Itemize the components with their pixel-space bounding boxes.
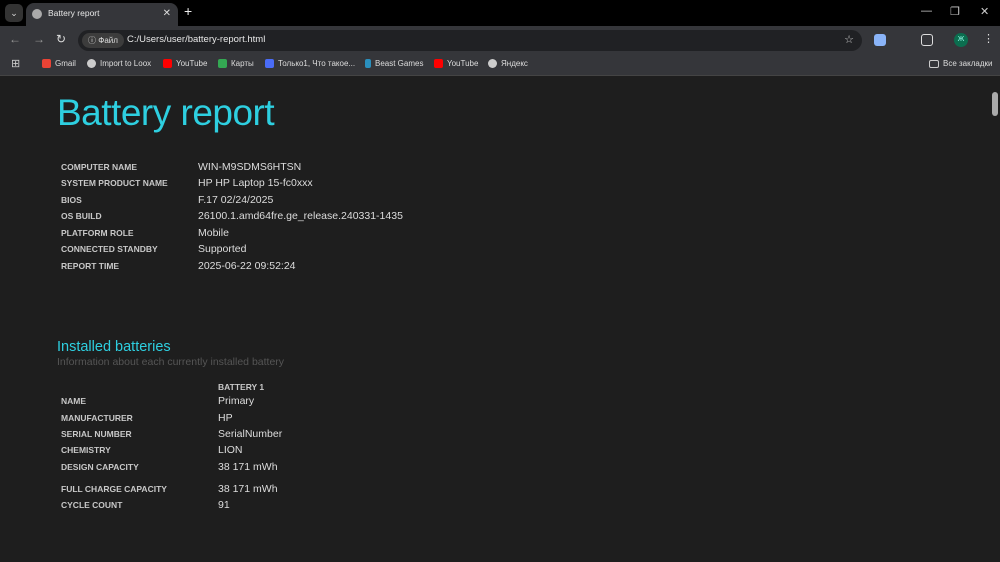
bookmark-tolko1[interactable]: Только1, Что такое... bbox=[265, 59, 355, 68]
row-value: 38 171 mWh bbox=[218, 483, 278, 495]
apps-grid-icon[interactable]: ⊞ bbox=[11, 57, 20, 70]
row-label: CHEMISTRY bbox=[61, 445, 111, 455]
reload-button[interactable]: ↻ bbox=[56, 32, 66, 46]
scrollbar[interactable] bbox=[990, 77, 1000, 562]
close-window-button[interactable]: ✕ bbox=[980, 5, 989, 18]
row-value: 91 bbox=[218, 499, 230, 511]
row-value: WIN-M9SDMS6HTSN bbox=[198, 161, 302, 173]
bookmark-gmail[interactable]: Gmail bbox=[42, 59, 76, 68]
tab-bar: ⌄ Battery report ✕ + — ❐ ✕ bbox=[0, 0, 1000, 26]
extensions-puzzle-icon[interactable] bbox=[921, 34, 933, 46]
row-label: MANUFACTURER bbox=[61, 413, 133, 423]
row-label: PLATFORM ROLE bbox=[61, 228, 134, 238]
bookmark-youtube-2[interactable]: YouTube bbox=[434, 59, 478, 68]
row-value: Primary bbox=[218, 395, 255, 407]
restore-button[interactable]: ❐ bbox=[950, 5, 960, 18]
scrollbar-thumb[interactable] bbox=[992, 92, 998, 116]
installed-batteries-subtitle: Information about each currently install… bbox=[57, 356, 285, 368]
row-value: Supported bbox=[198, 243, 247, 255]
security-chip-label: Файл bbox=[98, 36, 118, 45]
row-label: REPORT TIME bbox=[61, 261, 120, 271]
profile-avatar[interactable]: Ж bbox=[954, 33, 968, 47]
row-label: SYSTEM PRODUCT NAME bbox=[61, 178, 168, 188]
row-value: 38 171 mWh bbox=[218, 461, 278, 473]
page-title: Battery report bbox=[57, 92, 275, 133]
minimize-button[interactable]: — bbox=[921, 5, 932, 17]
bookmark-youtube[interactable]: YouTube bbox=[163, 59, 207, 68]
forward-button[interactable]: → bbox=[33, 32, 45, 46]
toolbar: ← → ↻ ⓘ Файл C:/Users/user/battery-repor… bbox=[0, 26, 1000, 54]
row-label: CYCLE COUNT bbox=[61, 500, 123, 510]
bookmark-star-icon[interactable]: ☆ bbox=[844, 33, 854, 46]
new-tab-button[interactable]: + bbox=[184, 3, 192, 19]
row-value: Mobile bbox=[198, 227, 229, 239]
installed-batteries-heading: Installed batteries bbox=[57, 339, 171, 355]
bookmark-maps[interactable]: Карты bbox=[218, 59, 254, 68]
bookmark-yandex[interactable]: Яндекс bbox=[488, 59, 528, 68]
row-value: SerialNumber bbox=[218, 428, 283, 440]
bookmark-import-to-loox[interactable]: Import to Loox bbox=[87, 59, 151, 68]
row-label: NAME bbox=[61, 396, 87, 406]
battery-column-header: BATTERY 1 bbox=[218, 382, 265, 392]
tab-battery-report[interactable]: Battery report ✕ bbox=[26, 3, 178, 26]
menu-kebab-icon[interactable]: ⋮ bbox=[983, 32, 994, 45]
address-bar[interactable]: ⓘ Файл C:/Users/user/battery-report.html… bbox=[78, 30, 862, 51]
bookmark-beast-games[interactable]: Beast Games bbox=[365, 59, 423, 68]
row-label: BIOS bbox=[61, 195, 82, 205]
row-value: HP HP Laptop 15-fc0xxx bbox=[198, 177, 313, 189]
tab-search-button[interactable]: ⌄ bbox=[5, 4, 23, 22]
row-value: F.17 02/24/2025 bbox=[198, 194, 274, 206]
row-label: FULL CHARGE CAPACITY bbox=[61, 484, 167, 494]
page-content: Battery report COMPUTER NAME WIN-M9SDMS6H… bbox=[0, 77, 990, 562]
row-value: 26100.1.amd64fre.ge_release.240331-1435 bbox=[198, 210, 403, 222]
close-tab-icon[interactable]: ✕ bbox=[163, 3, 171, 24]
globe-icon bbox=[32, 9, 42, 19]
row-label: SERIAL NUMBER bbox=[61, 429, 132, 439]
all-bookmarks[interactable]: Все закладки bbox=[929, 59, 992, 68]
url-text[interactable]: C:/Users/user/battery-report.html bbox=[127, 34, 265, 45]
row-label: OS BUILD bbox=[61, 211, 102, 221]
back-button[interactable]: ← bbox=[9, 32, 21, 46]
bookmarks-bar: ⊞ Gmail Import to Loox YouTube Карты Тол… bbox=[0, 54, 1000, 76]
row-value: HP bbox=[218, 412, 233, 424]
tab-title: Battery report bbox=[48, 8, 100, 18]
row-value: LION bbox=[218, 444, 243, 456]
site-info-chip[interactable]: ⓘ Файл bbox=[82, 33, 124, 48]
extension-icon[interactable] bbox=[874, 34, 886, 46]
row-label: COMPUTER NAME bbox=[61, 162, 138, 172]
row-label: DESIGN CAPACITY bbox=[61, 462, 139, 472]
row-label: CONNECTED STANDBY bbox=[61, 244, 158, 254]
row-value: 2025-06-22 09:52:24 bbox=[198, 260, 296, 272]
